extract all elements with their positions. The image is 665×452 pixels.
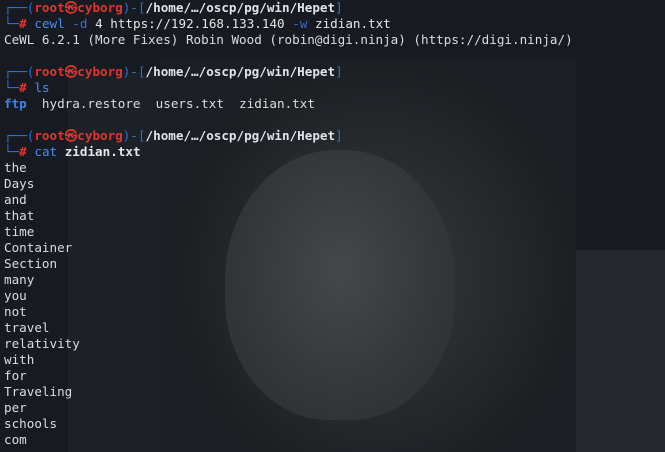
background-panel-right [576, 250, 665, 452]
output-word: that [4, 208, 35, 223]
output-word: Container [4, 240, 73, 255]
output-word: with [4, 352, 35, 367]
output-word: per [4, 400, 27, 415]
cat-output: the Days and that time Container Section… [4, 160, 573, 448]
output-word: you [4, 288, 27, 303]
output-word: Traveling [4, 384, 73, 399]
prompt-line: ┌──(root㉿cyborg)-[/home/…/oscp/pg/win/He… [4, 0, 343, 15]
output-word: Days [4, 176, 35, 191]
output-word: many [4, 272, 35, 287]
command-line: └─# cewl -d 4 https://192.168.133.140 -w… [4, 16, 391, 31]
ls-entry: zidian.txt [239, 96, 315, 111]
output-word: Section [4, 256, 58, 271]
prompt-line: ┌──(root㉿cyborg)-[/home/…/oscp/pg/win/He… [4, 64, 343, 79]
cewl-banner: CeWL 6.2.1 (More Fixes) Robin Wood (robi… [4, 32, 573, 47]
output-word: relativity [4, 336, 80, 351]
command-line: └─# ls [4, 80, 50, 95]
command-line: └─# cat zidian.txt [4, 144, 141, 159]
output-word: and [4, 192, 27, 207]
ls-entry: hydra.restore [41, 96, 141, 111]
output-word: travel [4, 320, 50, 335]
output-word: the [4, 160, 27, 175]
output-word: for [4, 368, 27, 383]
output-word: com [4, 432, 27, 447]
terminal-window[interactable]: ┌──(root㉿cyborg)-[/home/…/oscp/pg/win/He… [0, 0, 573, 448]
ls-output: ftp hydra.restore users.txt zidian.txt [4, 96, 573, 112]
output-word: not [4, 304, 27, 319]
prompt-line: ┌──(root㉿cyborg)-[/home/…/oscp/pg/win/He… [4, 128, 343, 143]
ls-entry-ftp: ftp [4, 96, 27, 111]
output-word: time [4, 224, 35, 239]
ls-entry: users.txt [155, 96, 224, 111]
output-word: schools [4, 416, 58, 431]
